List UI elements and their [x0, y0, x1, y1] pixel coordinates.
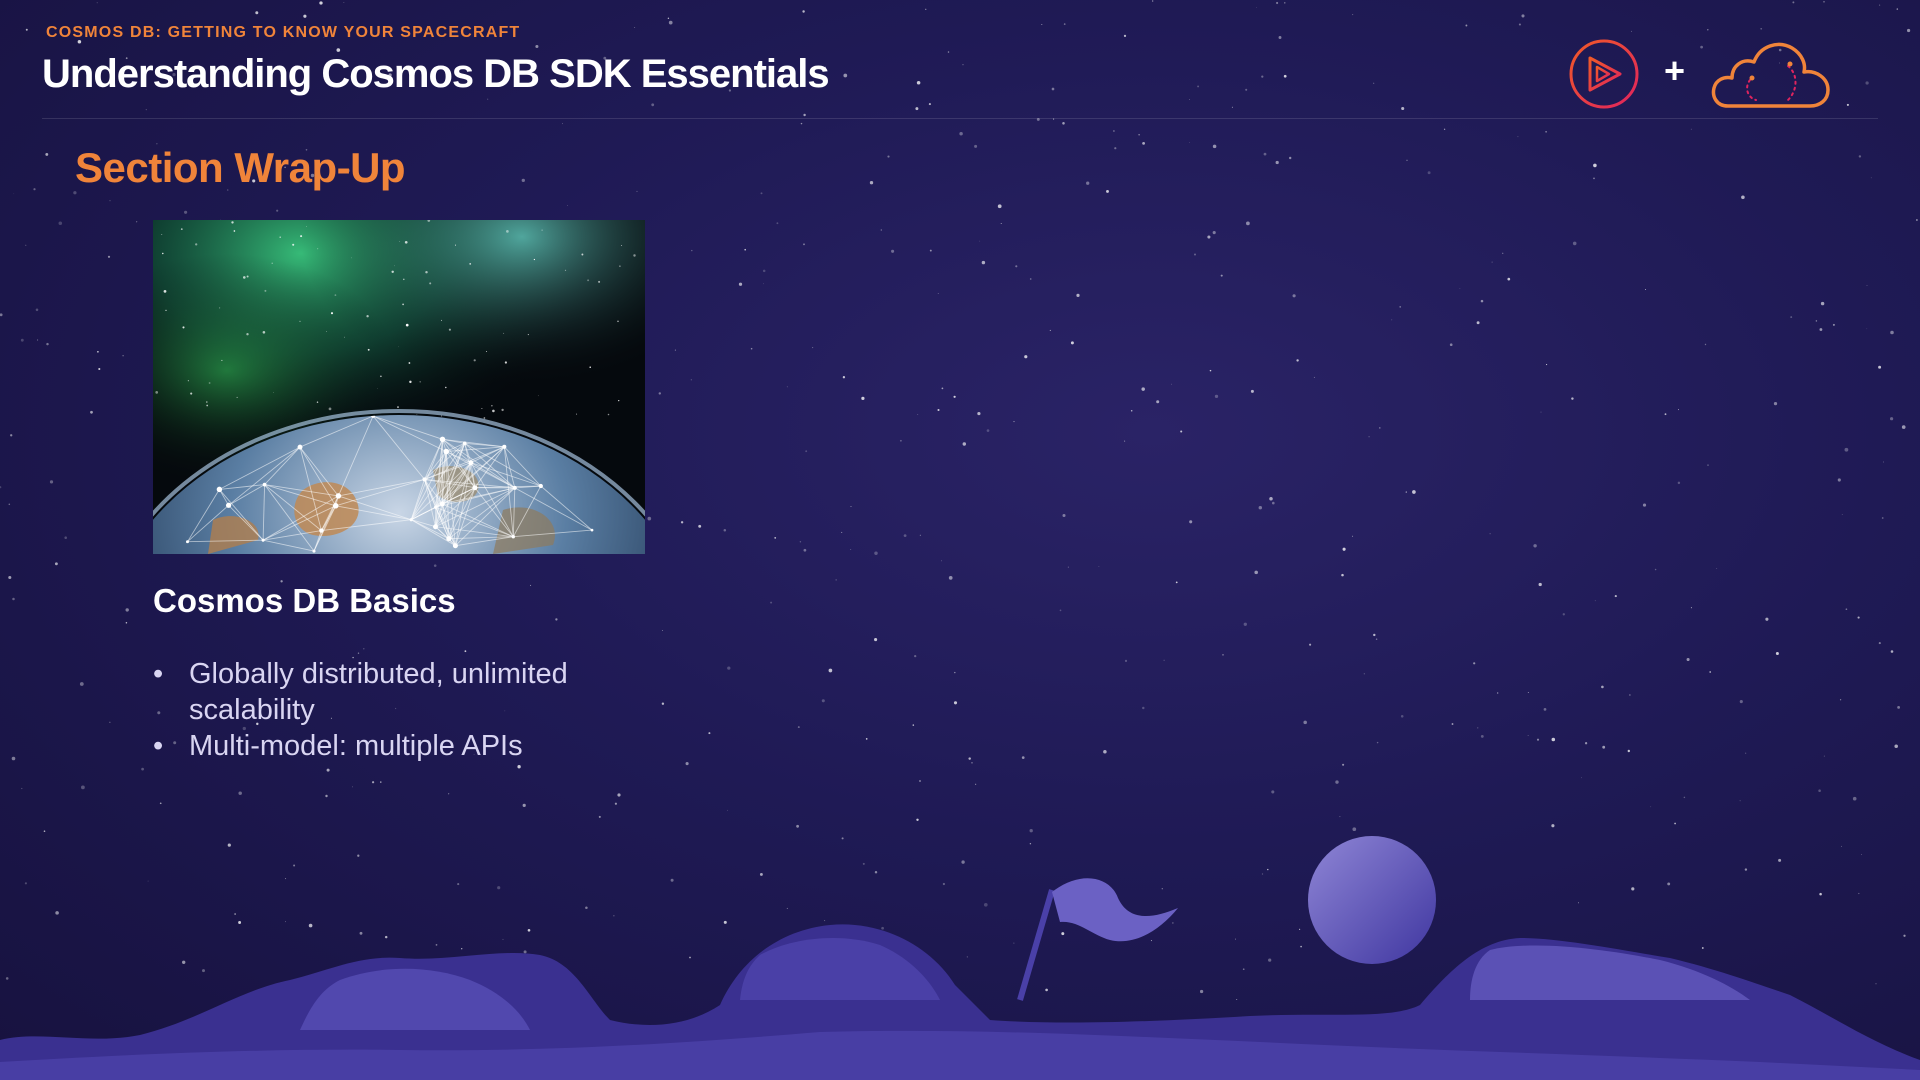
- plus-sign: +: [1664, 50, 1686, 91]
- section-title: Section Wrap-Up: [75, 144, 406, 191]
- planet-shape: [1308, 836, 1436, 964]
- header-divider: [42, 118, 1878, 119]
- earth-network-image: [153, 220, 645, 554]
- bullet-list: Globally distributed, unlimited scalabil…: [153, 656, 673, 764]
- cloud-icon: [1711, 42, 1830, 108]
- page-title: Understanding Cosmos DB SDK Essentials: [42, 52, 830, 96]
- bullet-item: Globally distributed, unlimited scalabil…: [153, 656, 673, 728]
- slide: COSMOS DB: GETTING TO KNOW YOUR SPACECRA…: [0, 0, 1920, 1080]
- card-title: Cosmos DB Basics: [153, 582, 456, 619]
- course-eyebrow: COSMOS DB: GETTING TO KNOW YOUR SPACECRA…: [46, 24, 521, 41]
- play-circle-icon: [1569, 39, 1639, 109]
- lunar-landscape-illustration: [0, 836, 1920, 1080]
- brand-logos: +: [1568, 36, 1832, 114]
- bullet-item: Multi-model: multiple APIs: [153, 728, 673, 764]
- flag-shape: [1052, 878, 1178, 942]
